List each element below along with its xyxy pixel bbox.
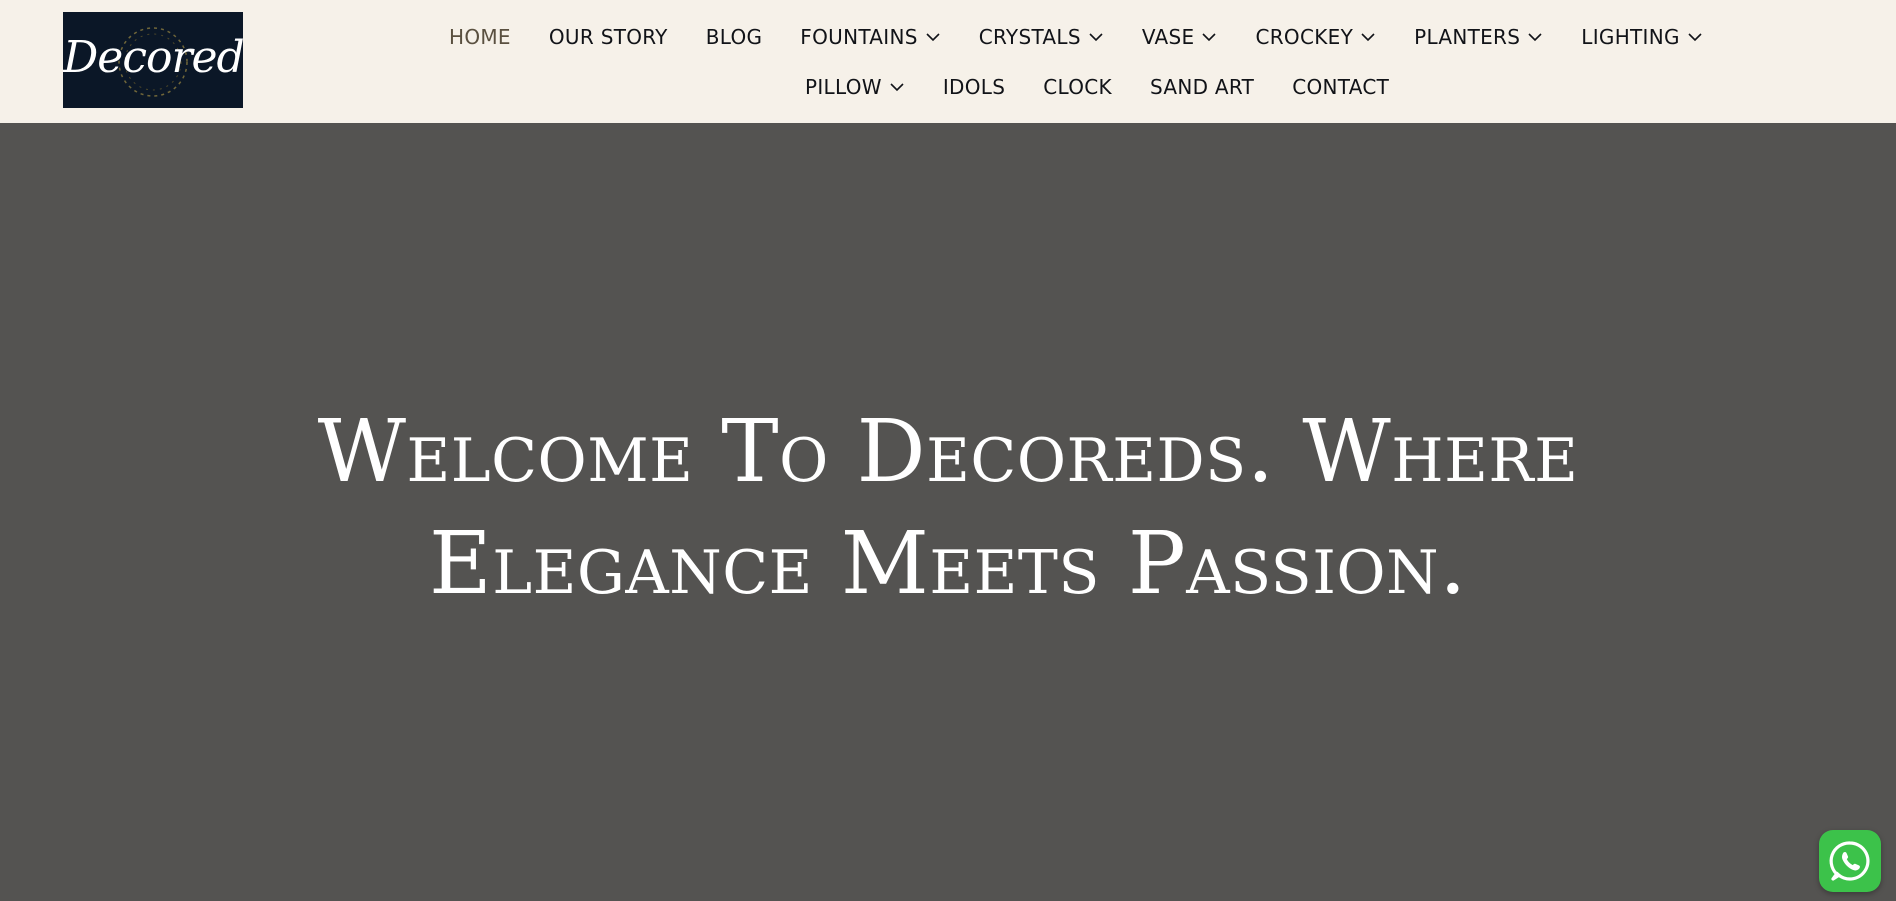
nav-item-our-story[interactable]: OUR STORY <box>549 25 668 49</box>
nav-item-label: BLOG <box>705 25 763 49</box>
nav-item-planters[interactable]: PLANTERS <box>1414 25 1543 49</box>
nav-item-label: HOME <box>449 25 511 49</box>
nav-item-label: PLANTERS <box>1414 25 1521 49</box>
site-logo[interactable]: Decoreds <box>63 12 243 108</box>
nav-item-crystals[interactable]: CRYSTALS <box>979 25 1104 49</box>
nav-item-label: CRYSTALS <box>978 25 1081 49</box>
hero-heading: Welcome To Decoreds. Where Elegance Meet… <box>0 396 1896 620</box>
nav-item-crockey[interactable]: CROCKEY <box>1255 25 1376 49</box>
nav-item-contact[interactable]: CONTACT <box>1292 75 1389 99</box>
hero-banner: Welcome To Decoreds. Where Elegance Meet… <box>0 123 1896 901</box>
nav-item-label: CROCKEY <box>1255 25 1354 49</box>
nav-item-pillow[interactable]: PILLOW <box>805 75 905 99</box>
whatsapp-icon <box>1829 841 1870 881</box>
hero-heading-line-2: Elegance Meets Passion. <box>429 514 1467 614</box>
nav-item-sand-art[interactable]: SAND ART <box>1150 75 1254 99</box>
main-nav-row-2: PILLOW IDOLS CLOCK SAND ART CONTACT <box>805 74 1427 100</box>
nav-item-label: FOUNTAINS <box>800 25 918 49</box>
nav-item-vase[interactable]: VASE <box>1142 25 1218 49</box>
nav-item-label: IDOLS <box>942 75 1006 99</box>
nav-item-idols[interactable]: IDOLS <box>943 75 1005 99</box>
nav-item-home[interactable]: HOME <box>449 25 511 49</box>
whatsapp-chat-button[interactable] <box>1819 830 1881 892</box>
chevron-down-icon <box>1688 33 1702 42</box>
nav-item-label: CLOCK <box>1043 75 1112 99</box>
chevron-down-icon <box>926 33 940 42</box>
nav-item-label: SAND ART <box>1149 75 1255 99</box>
nav-item-lighting[interactable]: LIGHTING <box>1581 25 1703 49</box>
nav-item-blog[interactable]: BLOG <box>706 25 763 49</box>
nav-item-label: PILLOW <box>805 75 882 99</box>
chevron-down-icon <box>1202 33 1217 42</box>
logo-text: Decoreds <box>63 32 243 83</box>
hero-heading-line-1: Welcome To Decoreds. Where <box>317 402 1579 502</box>
chevron-down-icon <box>890 83 904 92</box>
nav-item-label: LIGHTING <box>1581 25 1680 49</box>
chevron-down-icon <box>1089 33 1103 42</box>
chevron-down-icon <box>1361 33 1375 42</box>
nav-item-label: CONTACT <box>1292 75 1390 99</box>
main-nav-row-1: HOME OUR STORY BLOG FOUNTAINS CRYSTALS VASE CR… <box>449 24 1741 50</box>
nav-item-label: OUR STORY <box>548 25 668 49</box>
site-header: Decoreds HOME OUR STORY BLOG FOUNTAINS CRYST… <box>0 0 1896 123</box>
nav-item-label: VASE <box>1141 25 1195 49</box>
nav-item-clock[interactable]: CLOCK <box>1043 75 1112 99</box>
nav-item-fountains[interactable]: FOUNTAINS <box>800 25 940 49</box>
chevron-down-icon <box>1528 33 1542 42</box>
